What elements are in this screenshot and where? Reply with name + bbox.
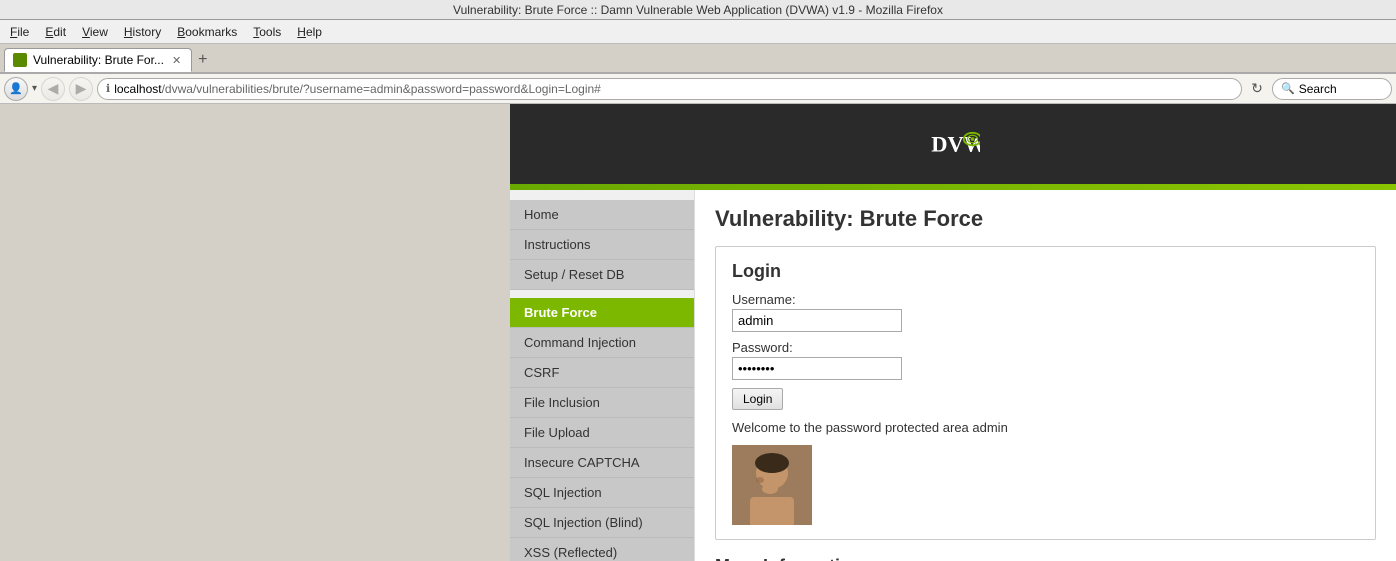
tab-close-button[interactable]: ✕: [170, 54, 183, 67]
username-input[interactable]: [732, 309, 902, 332]
sidebar-item-sql-injection-blind[interactable]: SQL Injection (Blind): [510, 508, 694, 538]
sidebar-item-xss-reflected[interactable]: XSS (Reflected): [510, 538, 694, 561]
menu-history[interactable]: History: [118, 23, 167, 41]
sidebar-item-file-upload[interactable]: File Upload: [510, 418, 694, 448]
back-button[interactable]: ◀: [41, 77, 65, 101]
url-bar[interactable]: ℹ localhost/dvwa/vulnerabilities/brute/?…: [97, 78, 1242, 100]
search-box[interactable]: 🔍 Search: [1272, 78, 1392, 100]
sidebar-item-sql-injection[interactable]: SQL Injection: [510, 478, 694, 508]
sidebar-item-csrf[interactable]: CSRF: [510, 358, 694, 388]
tab-bar: Vulnerability: Brute For... ✕ +: [0, 44, 1396, 74]
sidebar-item-insecure-captcha[interactable]: Insecure CAPTCHA: [510, 448, 694, 478]
avatar: [732, 445, 812, 525]
username-label: Username:: [732, 292, 1359, 307]
browser-content: DVWA Home Instructions Setup / Reset DB …: [0, 104, 1396, 561]
forward-button[interactable]: ▶: [69, 77, 93, 101]
tab-favicon: [13, 53, 27, 67]
menu-bar: File Edit View History Bookmarks Tools H…: [0, 20, 1396, 44]
new-tab-button[interactable]: +: [194, 48, 211, 72]
password-input[interactable]: [732, 357, 902, 380]
sidebar-spacer: [510, 290, 694, 298]
menu-view[interactable]: View: [76, 23, 114, 41]
address-bar: 👤 ▾ ◀ ▶ ℹ localhost/dvwa/vulnerabilities…: [0, 74, 1396, 104]
login-box: Login Username: Password: Login Welcome …: [715, 246, 1376, 540]
lock-icon: ℹ: [106, 82, 110, 95]
url-host: localhost: [114, 82, 161, 96]
avatar-image: [732, 445, 812, 525]
browser-tab[interactable]: Vulnerability: Brute For... ✕: [4, 48, 192, 72]
sidebar-item-command-injection[interactable]: Command Injection: [510, 328, 694, 358]
sidebar-item-instructions[interactable]: Instructions: [510, 230, 694, 260]
welcome-text: Welcome to the password protected area a…: [732, 420, 1359, 435]
reload-button[interactable]: ↻: [1246, 78, 1268, 100]
url-display: localhost/dvwa/vulnerabilities/brute/?us…: [114, 82, 601, 96]
more-info-title: More Information: [715, 556, 1376, 561]
tab-title: Vulnerability: Brute For...: [33, 53, 164, 67]
title-bar: Vulnerability: Brute Force :: Damn Vulne…: [0, 0, 1396, 20]
dvwa-container: DVWA Home Instructions Setup / Reset DB …: [510, 104, 1396, 561]
login-title: Login: [732, 261, 1359, 282]
sidebar-item-file-inclusion[interactable]: File Inclusion: [510, 388, 694, 418]
search-icon: 🔍: [1281, 82, 1295, 95]
dvwa-logo: DVWA: [930, 119, 980, 169]
sidebar-item-setup[interactable]: Setup / Reset DB: [510, 260, 694, 290]
profile-button[interactable]: 👤: [4, 77, 28, 101]
menu-tools[interactable]: Tools: [247, 23, 287, 41]
profile-chevron-icon[interactable]: ▾: [32, 83, 37, 94]
search-placeholder: Search: [1299, 82, 1337, 96]
menu-file[interactable]: File: [4, 23, 35, 41]
page-title: Vulnerability: Brute Force: [715, 206, 1376, 232]
menu-edit[interactable]: Edit: [39, 23, 72, 41]
sidebar-item-home[interactable]: Home: [510, 200, 694, 230]
dvwa-body: Home Instructions Setup / Reset DB Brute…: [510, 190, 1396, 561]
menu-bookmarks[interactable]: Bookmarks: [171, 23, 243, 41]
left-empty-area: [0, 104, 510, 561]
menu-help[interactable]: Help: [291, 23, 328, 41]
url-path: /dvwa/vulnerabilities/brute/?username=ad…: [162, 82, 601, 96]
dvwa-main: Vulnerability: Brute Force Login Usernam…: [695, 190, 1396, 561]
sidebar-item-brute-force[interactable]: Brute Force: [510, 298, 694, 328]
password-label: Password:: [732, 340, 1359, 355]
window-title: Vulnerability: Brute Force :: Damn Vulne…: [453, 3, 943, 17]
login-button[interactable]: Login: [732, 388, 783, 410]
dvwa-sidebar: Home Instructions Setup / Reset DB Brute…: [510, 190, 695, 561]
dvwa-header: DVWA: [510, 104, 1396, 184]
